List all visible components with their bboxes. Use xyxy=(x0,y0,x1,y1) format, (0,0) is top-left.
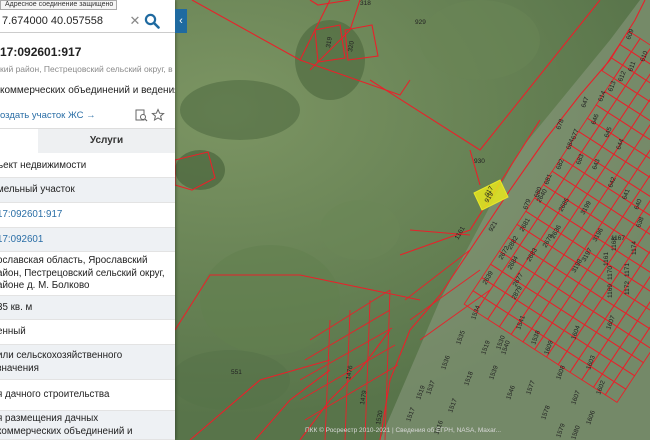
info-row-text: мельный участок xyxy=(0,184,75,196)
info-row-text: енный xyxy=(0,326,26,338)
collapse-panel-button[interactable]: ‹ xyxy=(175,9,187,33)
info-row-text: я размещения дачных коммерческих объедин… xyxy=(0,413,133,437)
create-parcel-link[interactable]: оздать участок ЖС → xyxy=(0,110,96,121)
info-row[interactable]: 17:092601:917 xyxy=(0,203,175,228)
info-row[interactable]: 17:092601 xyxy=(0,228,175,252)
info-row: ославская область, Ярославский айон, Пес… xyxy=(0,252,175,296)
parcel-number-label: 929 xyxy=(415,19,426,26)
info-row: я дачного строительства xyxy=(0,380,175,411)
info-row: мельный участок xyxy=(0,178,175,203)
info-row-text: я дачного строительства xyxy=(0,389,110,401)
parcel-number-label: 1169 xyxy=(607,284,614,298)
info-row: 35 кв. м xyxy=(0,296,175,320)
tab-info[interactable] xyxy=(0,129,39,153)
tab-services[interactable]: Услуги xyxy=(38,129,175,153)
parcel-number-label: 1174 xyxy=(631,241,638,255)
info-row: ъект недвижимости xyxy=(0,155,175,178)
clear-icon[interactable]: ✕ xyxy=(128,13,142,29)
search-icon[interactable] xyxy=(144,13,160,29)
info-row-text: 17:092601 xyxy=(0,233,44,245)
star-icon[interactable] xyxy=(151,108,165,122)
parcel-number-label: 1170 xyxy=(607,266,614,280)
parcel-number-label: 930 xyxy=(474,158,485,165)
parcel-number-label: 1171 xyxy=(624,263,631,277)
info-row-text: 17:092601:917 xyxy=(0,209,63,221)
info-row-text: или сельскохозяйственного значения xyxy=(0,350,123,374)
info-row-text: ъект недвижимости xyxy=(0,160,87,172)
info-row: енный xyxy=(0,320,175,345)
info-row-text: 35 кв. м xyxy=(0,301,33,313)
parcel-number-label: 1161 xyxy=(603,252,610,266)
info-row: я размещения дачных коммерческих объедин… xyxy=(0,411,175,440)
search-document-icon[interactable] xyxy=(134,108,148,122)
info-row: или сельскохозяйственного значения xyxy=(0,345,175,380)
search-input[interactable] xyxy=(0,12,127,30)
parcel-number-label: 1168 xyxy=(611,237,618,251)
copyright-footer: ПКК © Росреестр 2010-2021 | Сведения об … xyxy=(305,427,502,434)
purpose-subtitle: коммерческих объединений и ведения xyxy=(0,85,175,96)
parcel-number-label: 1172 xyxy=(624,281,631,295)
parcel-number-label: 318 xyxy=(360,0,371,7)
cadastral-number-title: 17:092601:917 xyxy=(0,45,82,59)
parcel-number-label: 551 xyxy=(231,369,242,376)
info-row-text: ославская область, Ярославский айон, Пес… xyxy=(0,255,165,292)
info-panel: Адресное соединение защищено ✕ 17:092601… xyxy=(0,0,175,440)
panel-tabs: Услуги xyxy=(0,128,175,153)
address-subtitle: кий район, Пестрецовский сельский округ,… xyxy=(0,64,173,74)
search-bar: ✕ xyxy=(0,9,175,33)
